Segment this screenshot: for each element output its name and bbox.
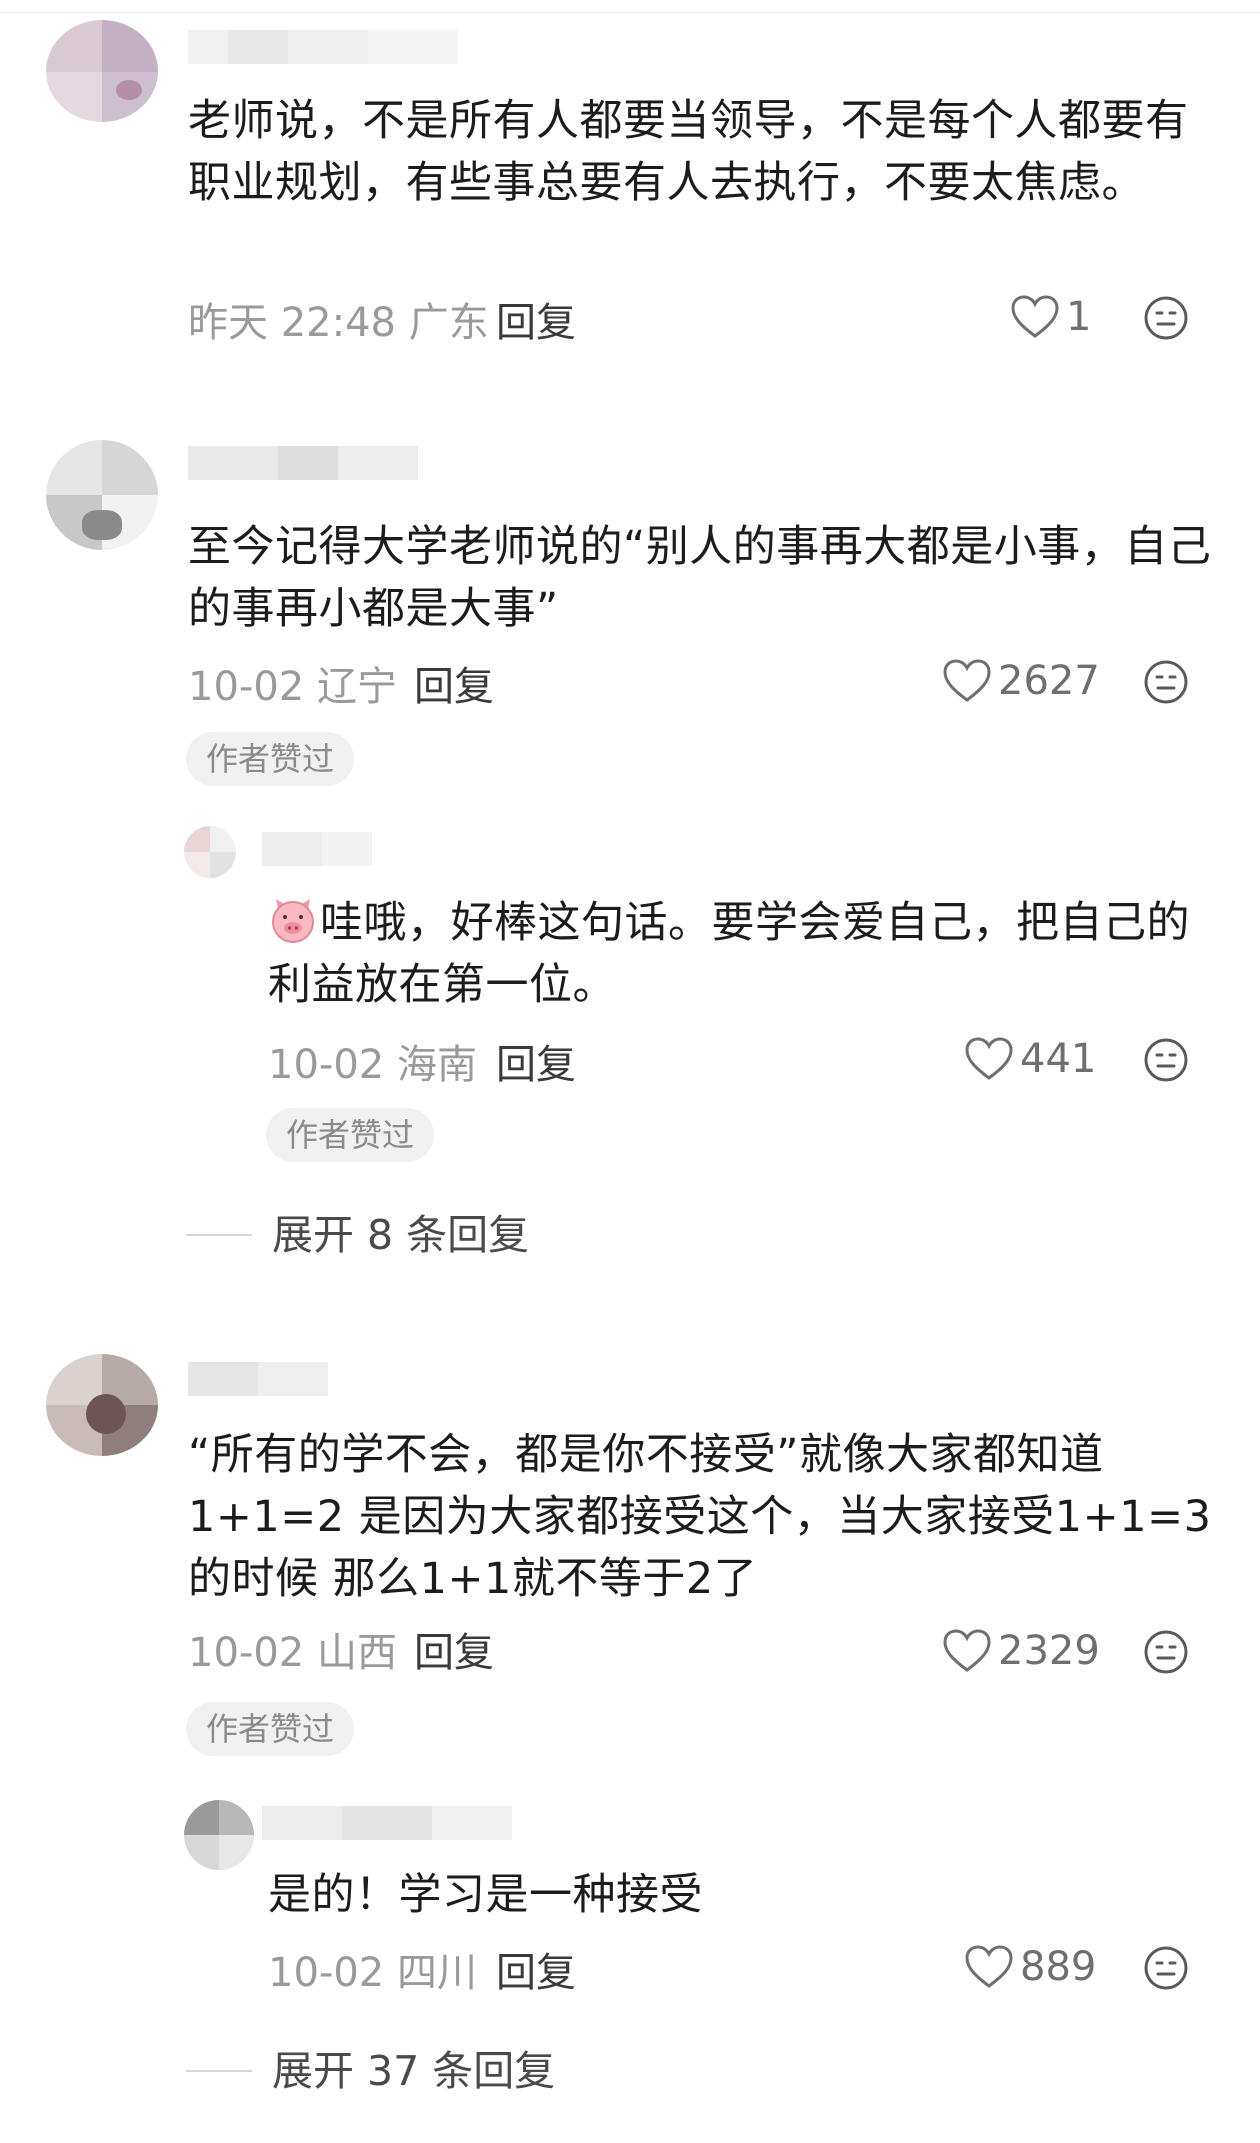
expand-replies-button[interactable]: 展开 37 条回复 (186, 2046, 555, 2096)
username-blurred[interactable] (188, 30, 458, 64)
reply-date-location: 10-02 四川 (268, 1950, 477, 1996)
heart-outline-icon (943, 1629, 991, 1672)
avatar[interactable] (184, 1800, 254, 1870)
expand-divider (186, 2070, 252, 2072)
like-count: 2627 (998, 658, 1100, 704)
like-count: 889 (1020, 1944, 1097, 1990)
author-liked-badge: 作者赞过 (266, 1108, 435, 1162)
avatar[interactable] (46, 440, 158, 550)
like-button[interactable]: 441 (964, 1034, 1096, 1084)
username-blurred[interactable] (262, 1806, 512, 1840)
reply-button[interactable]: 回复 (414, 662, 494, 712)
author-liked-badge: 作者赞过 (186, 732, 355, 786)
like-button[interactable]: 1 (1010, 292, 1091, 342)
heart-outline-icon (965, 1037, 1013, 1080)
reply-text: 是的！学习是一种接受 (268, 1870, 703, 1920)
username-blurred[interactable] (262, 832, 372, 866)
neutral-face-icon[interactable] (1142, 1628, 1190, 1676)
like-button[interactable]: 889 (964, 1942, 1096, 1992)
comment-date-location: 昨天 22:48 广东 (188, 300, 489, 346)
reply-button[interactable]: 回复 (496, 1948, 576, 1998)
neutral-face-icon[interactable] (1142, 1036, 1190, 1084)
comment-text: 老师说，不是所有人都要当领导，不是每个人都要有职业规划，有些事总要有人去执行，不… (188, 96, 1189, 208)
heart-outline-icon (943, 659, 991, 702)
comment-text: 至今记得大学老师说的“别人的事再大都是小事，自己的事再小都是大事” (188, 522, 1212, 634)
avatar[interactable] (184, 826, 236, 878)
like-count: 1 (1066, 294, 1092, 340)
expand-replies-label: 展开 37 条回复 (272, 2047, 556, 2095)
like-count: 2329 (998, 1628, 1100, 1674)
like-count: 441 (1020, 1036, 1097, 1082)
reply-button[interactable]: 回复 (414, 1628, 494, 1678)
comment-date-location: 10-02 辽宁 (188, 664, 397, 710)
reply-text: 哇哦，好棒这句话。要学会爱自己，把自己的利益放在第一位。 (268, 892, 1228, 1016)
avatar[interactable] (46, 1354, 158, 1456)
username-blurred[interactable] (188, 446, 418, 480)
expand-replies-button[interactable]: 展开 8 条回复 (186, 1210, 529, 1260)
reply-text-content: 哇哦，好棒这句话。要学会爱自己，把自己的利益放在第一位。 (268, 898, 1190, 1010)
avatar[interactable] (46, 20, 158, 122)
top-divider (0, 12, 1260, 13)
author-liked-badge: 作者赞过 (186, 1702, 355, 1756)
neutral-face-icon[interactable] (1142, 294, 1190, 342)
reply-date-location: 10-02 海南 (268, 1042, 477, 1088)
neutral-face-icon[interactable] (1142, 1944, 1190, 1992)
username-blurred[interactable] (188, 1362, 328, 1396)
reply-button[interactable]: 回复 (496, 1040, 576, 1090)
heart-outline-icon (1011, 295, 1059, 338)
like-button[interactable]: 2627 (942, 656, 1100, 706)
neutral-face-icon[interactable] (1142, 658, 1190, 706)
expand-replies-label: 展开 8 条回复 (272, 1211, 530, 1259)
reply-button[interactable]: 回复 (496, 298, 576, 348)
expand-divider (186, 1234, 252, 1236)
heart-outline-icon (965, 1945, 1013, 1988)
like-button[interactable]: 2329 (942, 1626, 1100, 1676)
pig-face-emoji (272, 899, 314, 943)
comment-text: “所有的学不会，都是你不接受”就像大家都知道1+1=2 是因为大家都接受这个，当… (188, 1430, 1212, 1604)
comment-date-location: 10-02 山西 (188, 1630, 397, 1676)
